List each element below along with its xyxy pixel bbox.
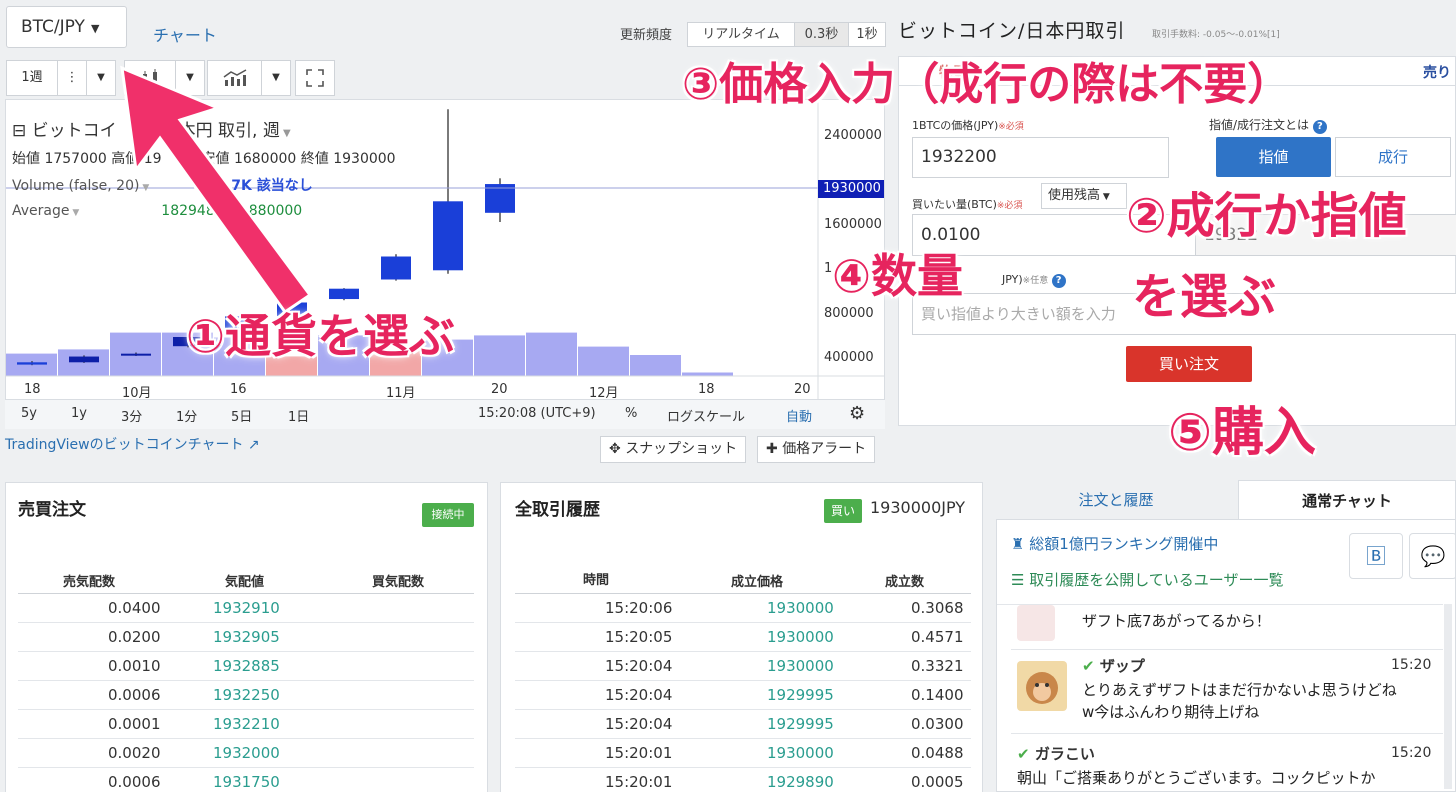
annotation-5-purchase: ⑤購入 [1168, 403, 1317, 463]
annotation-2-order-type: ②成行か指値 [1126, 188, 1407, 244]
screen: BTC/JPY ▼ チャート 更新頻度 リアルタイム 0.3秒 1秒 ビットコイン… [0, 0, 1456, 792]
annotation-2-order-type-cont: を選ぶ [1132, 269, 1277, 325]
annotation-4-quantity: ④数量 [832, 249, 963, 303]
annotation-1-currency: ①通貨を選ぶ [186, 309, 455, 363]
arrow-icon [120, 65, 313, 315]
annotation-3-price-input: ③価格入力（成行の際は不要） [682, 59, 1292, 110]
